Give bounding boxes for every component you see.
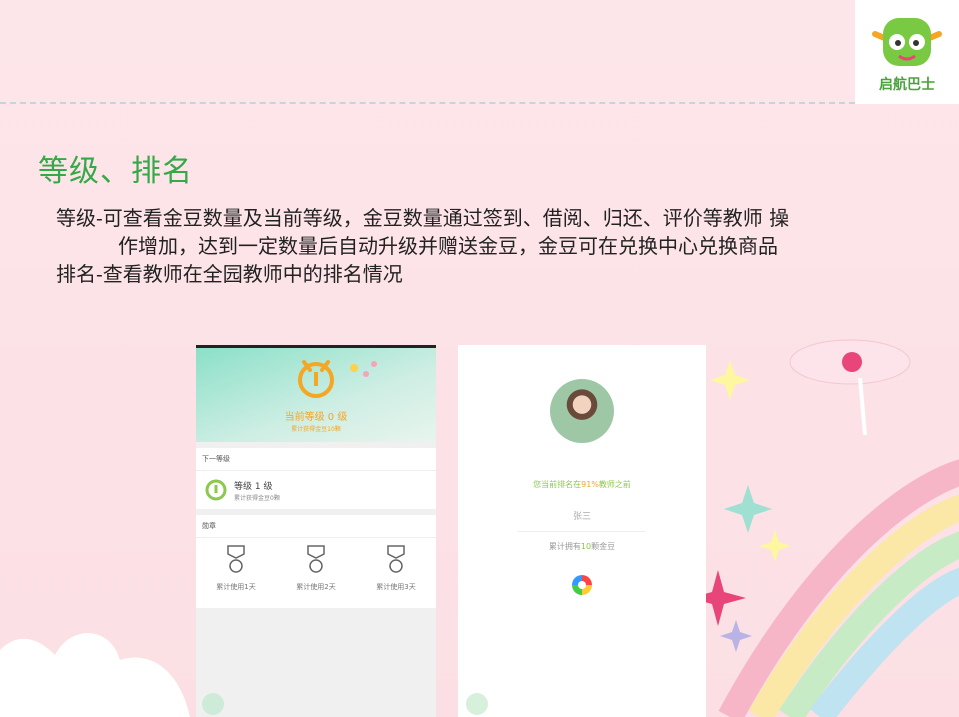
medal-label: 累计使用1天 [216, 583, 256, 591]
next-level-row[interactable]: 等级 1 级 累计获得金豆0颗 [196, 471, 436, 509]
rank-suffix: 教师之前 [598, 480, 631, 489]
description-line: 等级-可查看金豆数量及当前等级，金豆数量通过签到、借阅、归还、评价等教师 操 [56, 206, 790, 230]
level-screen: 当前等级 0 级 累计获得金豆10颗 下一等级 等级 1 级 累计获得金豆0颗 … [196, 345, 436, 717]
level-badge-icon [205, 479, 227, 501]
flower-shape [842, 352, 862, 372]
star-icon [724, 485, 772, 533]
rainbow-decoration [700, 339, 959, 717]
medal-label: 累计使用3天 [376, 583, 416, 591]
description-line: 作增加，达到一定数量后自动升级并赠送金豆，金豆可在兑换中心兑换商品 [118, 234, 778, 258]
medal-item[interactable]: 累计使用1天 [206, 544, 266, 608]
medal-icon [387, 545, 405, 573]
coins-suffix: 颗金豆 [591, 542, 616, 551]
medal-label: 累计使用2天 [296, 583, 336, 591]
home-icon[interactable] [466, 693, 488, 715]
star-icon [710, 360, 750, 400]
medal-list: 累计使用1天 累计使用2天 累计使用3天 [196, 538, 436, 608]
teacher-name: 张三 [572, 512, 591, 522]
pinwheel-stick [858, 377, 867, 436]
star-icon [700, 570, 746, 626]
medal-icon [227, 545, 245, 573]
star-icon [759, 530, 791, 562]
next-level-title: 等级 1 级 [234, 482, 273, 492]
rank-value: 91% [581, 480, 599, 489]
avatar [550, 379, 614, 443]
coins-text: 累计拥有10颗金豆 [458, 541, 706, 552]
next-level-header: 下一等级 [196, 448, 436, 471]
medal-item[interactable]: 累计使用3天 [366, 544, 426, 608]
cloud-decoration [0, 633, 190, 717]
divider [518, 531, 646, 532]
bus-mascot-icon [872, 18, 942, 66]
rank-screen: 您当前排名在91%教师之前 张三 累计拥有10颗金豆 [458, 345, 706, 717]
balloon-icon [350, 361, 377, 377]
star-icon [720, 620, 752, 652]
logo-text: 启航巴士 [879, 77, 935, 93]
rank-prefix: 您当前排名在 [533, 480, 582, 489]
header-divider [0, 102, 855, 104]
rank-text: 您当前排名在91%教师之前 [458, 479, 706, 490]
loading-spinner-icon [572, 575, 592, 595]
level-badge-icon [298, 360, 334, 398]
medal-item[interactable]: 累计使用2天 [286, 544, 346, 608]
medal-icon [307, 545, 325, 573]
coins-prefix: 累计拥有 [548, 542, 581, 551]
next-level-sub: 累计获得金豆0颗 [234, 495, 280, 502]
earned-coins-label: 累计获得金豆10颗 [291, 426, 341, 433]
current-level-label: 当前等级 0 级 [284, 412, 348, 423]
level-hero: 当前等级 0 级 累计获得金豆10颗 [196, 348, 436, 442]
medals-header: 勋章 [196, 515, 436, 538]
coins-value: 10 [580, 542, 592, 551]
logo: 启航巴士 [855, 0, 959, 104]
slide-title: 等级、排名 [38, 154, 193, 189]
description-line: 排名-查看教师在全园教师中的排名情况 [56, 262, 403, 286]
home-icon[interactable] [202, 693, 224, 715]
